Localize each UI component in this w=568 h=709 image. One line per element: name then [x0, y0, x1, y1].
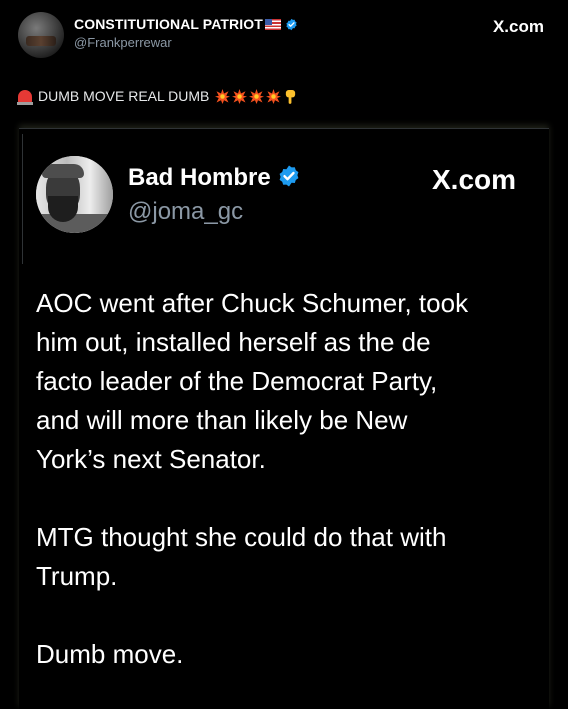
- quoted-avatar[interactable]: [36, 156, 113, 233]
- collision-spark-icon: [249, 89, 265, 104]
- us-flag-icon: [264, 19, 281, 30]
- quoted-handle[interactable]: @joma_gc: [128, 198, 243, 226]
- caption-text: DUMB MOVE REAL DUMB: [38, 88, 210, 104]
- quoted-name-text[interactable]: Bad Hombre: [128, 164, 271, 191]
- tweet-line: and will more than likely be New: [36, 405, 408, 435]
- collision-spark-icon: [232, 89, 248, 104]
- verified-badge-icon: [286, 18, 297, 31]
- quoted-site-label: X.com: [432, 164, 517, 195]
- outer-site-label: X.com: [492, 17, 544, 36]
- outer-tweet-header: CONSTITUTIONAL PATRIOT @Frankperrewar X.…: [0, 0, 568, 70]
- collision-spark-icon: [266, 89, 282, 104]
- outer-handle[interactable]: @Frankperrewar: [74, 35, 172, 50]
- collision-spark-icon: [215, 89, 231, 104]
- quoted-tweet-text: AOC went after Chuck Schumer, took him o…: [36, 284, 551, 674]
- outer-name-text[interactable]: CONSTITUTIONAL PATRIOT: [74, 16, 263, 32]
- tweet-line: him out, installed herself as the de: [36, 327, 431, 357]
- tweet-line: Trump.: [36, 561, 118, 591]
- pointing-down-hand-icon: [286, 90, 296, 104]
- tweet-line: York’s next Senator.: [36, 444, 266, 474]
- quoted-display-name[interactable]: Bad Hombre: [128, 164, 301, 192]
- tweet-line: AOC went after Chuck Schumer, took: [36, 288, 469, 318]
- tweet-line: facto leader of the Democrat Party,: [36, 366, 438, 396]
- verified-badge-icon: [279, 165, 299, 187]
- outer-avatar[interactable]: [18, 12, 64, 58]
- outer-display-name[interactable]: CONSTITUTIONAL PATRIOT: [74, 16, 298, 32]
- siren-icon: [17, 90, 33, 105]
- outer-caption: DUMB MOVE REAL DUMB: [17, 88, 297, 105]
- thread-line: [22, 134, 23, 264]
- tweet-line: Dumb move.: [36, 639, 184, 669]
- tweet-line: MTG thought she could do that with: [36, 522, 447, 552]
